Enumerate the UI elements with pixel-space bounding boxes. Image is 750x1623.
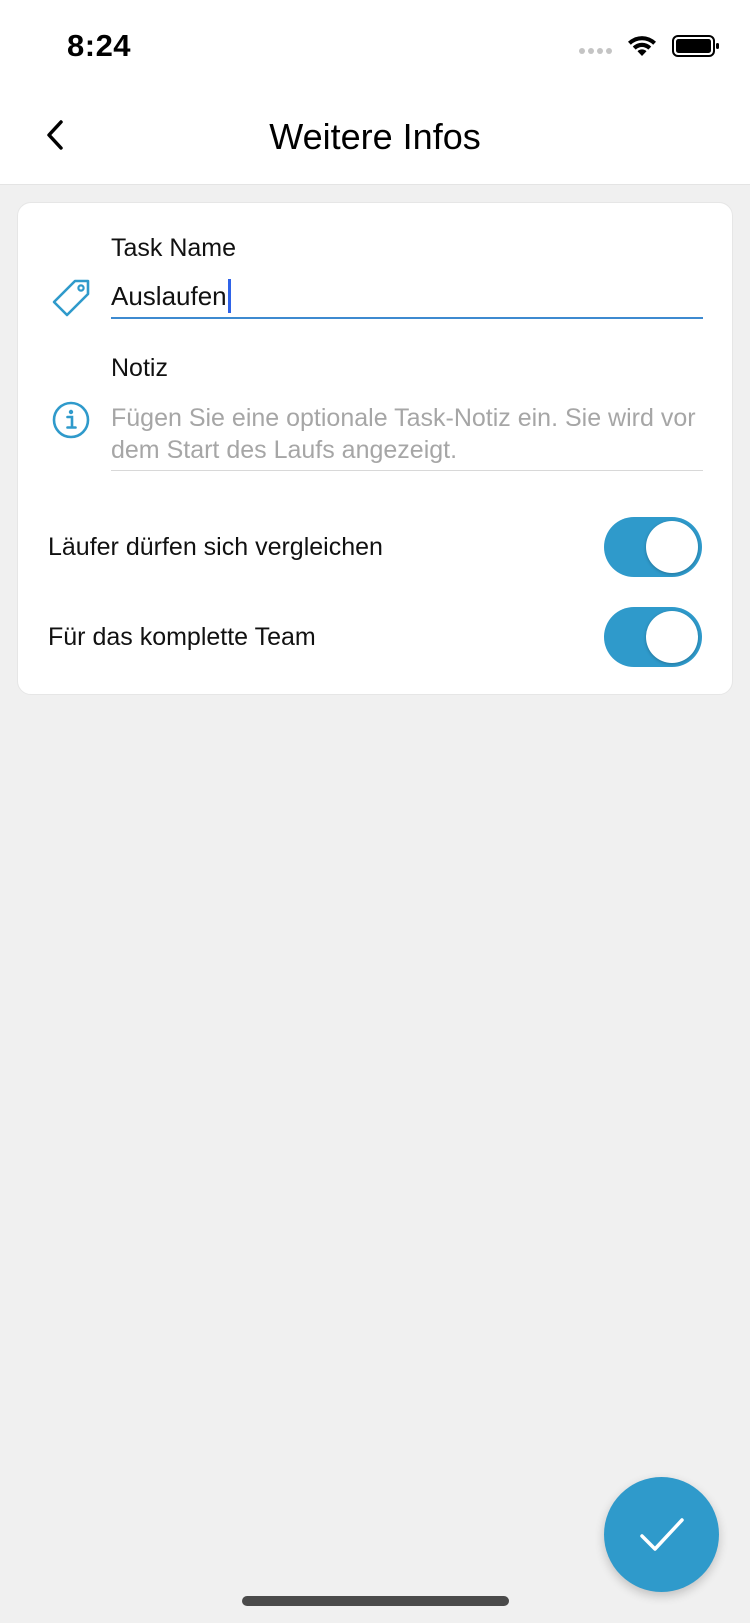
- toggle-knob: [646, 611, 698, 663]
- page-title: Weitere Infos: [269, 116, 481, 157]
- whole-team-toggle[interactable]: [604, 607, 702, 667]
- note-input[interactable]: Fügen Sie eine optionale Task-Notiz ein.…: [111, 402, 703, 471]
- navigation-bar: Weitere Infos: [0, 96, 750, 185]
- note-label: Notiz: [111, 354, 168, 382]
- compare-runners-label: Läufer dürfen sich vergleichen: [48, 532, 383, 561]
- text-caret: [227, 279, 231, 313]
- tag-icon: [52, 279, 90, 317]
- status-icons: [579, 30, 720, 62]
- battery-icon: [672, 35, 719, 57]
- home-indicator[interactable]: [242, 1596, 509, 1606]
- checkmark-icon: [639, 1517, 684, 1551]
- compare-runners-row: Läufer dürfen sich vergleichen: [48, 516, 702, 578]
- task-info-card: Task Name Auslaufen Notiz Fügen Sie eine…: [17, 202, 733, 695]
- whole-team-label: Für das komplette Team: [48, 622, 316, 651]
- info-icon: [52, 401, 90, 439]
- task-name-input[interactable]: Auslaufen: [111, 275, 703, 319]
- whole-team-row: Für das komplette Team: [48, 606, 702, 668]
- task-name-value: Auslaufen: [111, 281, 227, 311]
- compare-runners-toggle[interactable]: [604, 517, 702, 577]
- task-name-label: Task Name: [111, 234, 237, 262]
- wifi-icon: [628, 36, 656, 56]
- cellular-signal-icon: [579, 48, 612, 54]
- toggle-knob: [646, 521, 698, 573]
- status-time: 8:24: [67, 28, 132, 63]
- status-bar: 8:24: [0, 0, 750, 96]
- confirm-fab-button[interactable]: [604, 1477, 719, 1592]
